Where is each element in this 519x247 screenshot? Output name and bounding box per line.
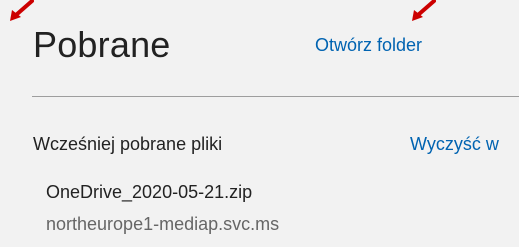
clear-all-link[interactable]: Wyczyść w: [410, 132, 499, 156]
download-source-domain: northeurope1-mediap.svc.ms: [46, 214, 280, 234]
open-folder-link[interactable]: Otwórz folder: [315, 33, 422, 57]
downloads-panel: Pobrane Otwórz folder Wcześniej pobrane …: [0, 0, 519, 247]
page-title: Pobrane: [33, 24, 171, 65]
section-heading: Wcześniej pobrane pliki: [33, 134, 223, 154]
annotation-arrow-icon: [412, 0, 436, 21]
annotation-arrow-icon: [10, 0, 34, 21]
download-file-name: OneDrive_2020-05-21.zip: [46, 182, 253, 202]
divider: [32, 96, 519, 97]
download-list-item[interactable]: OneDrive_2020-05-21.zip northeurope1-med…: [33, 178, 519, 242]
